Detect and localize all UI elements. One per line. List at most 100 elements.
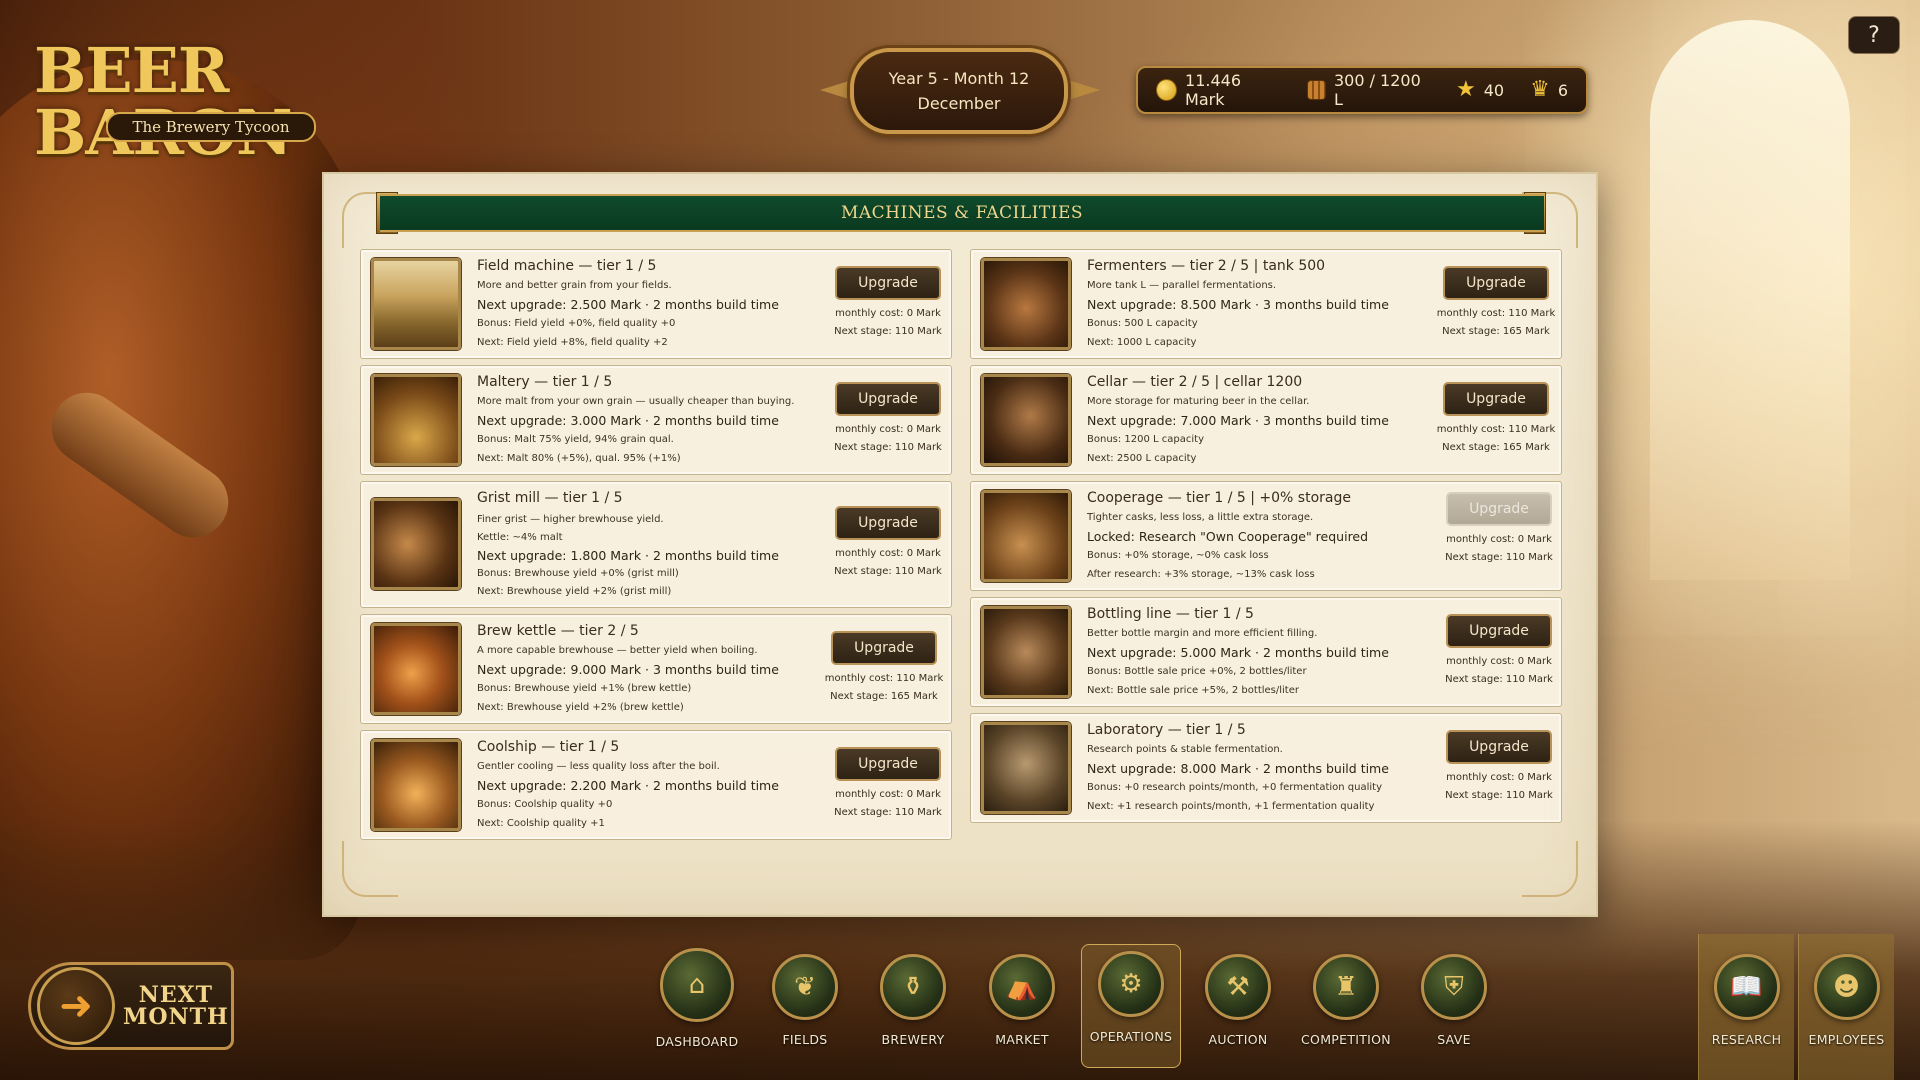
next-stage-cost: Next stage: 110 Mark	[834, 566, 942, 577]
next-stage-cost: Next stage: 110 Mark	[1445, 790, 1553, 801]
machine-bonus: Bonus: Field yield +0%, field quality +0	[477, 318, 676, 329]
panel-corner-ornament	[1522, 841, 1578, 897]
crowns-value: 6	[1557, 80, 1568, 100]
book-icon: 📖	[1713, 954, 1780, 1020]
next-stage-cost: Next stage: 165 Mark	[1442, 442, 1550, 453]
flask-icon	[981, 722, 1071, 814]
machine-description: More and better grain from your fields.	[477, 280, 672, 291]
brewery-icon: ⚱	[880, 954, 946, 1020]
star-icon: ★	[1455, 77, 1476, 102]
machine-description: A more capable brewhouse — better yield …	[477, 645, 758, 656]
machine-locked-notice: Locked: Research "Own Cooperage" require…	[1087, 529, 1369, 544]
machine-next-upgrade: Next upgrade: 2.500 Mark · 2 months buil…	[477, 297, 779, 312]
monthly-cost: monthly cost: 0 Mark	[835, 308, 941, 319]
nav-label: SAVE	[1437, 1032, 1471, 1047]
nav-label: MARKET	[995, 1032, 1049, 1047]
barrel-icon	[1306, 80, 1326, 100]
nav-employees[interactable]: ☻ EMPLOYEES	[1798, 934, 1894, 1080]
machine-card-brew-kettle: Brew kettle — tier 2 / 5 A more capable …	[360, 614, 952, 724]
next-month-line2: MONTH	[123, 1004, 229, 1030]
nav-competition[interactable]: ♜ COMPETITION	[1296, 948, 1396, 1068]
next-month-line1: NEXT	[138, 982, 214, 1008]
machine-bonus: Bonus: Malt 75% yield, 94% grain qual.	[477, 434, 674, 445]
upgrade-button[interactable]: Upgrade	[835, 747, 941, 781]
upgrade-button-disabled: Upgrade	[1446, 492, 1552, 526]
monthly-cost: monthly cost: 110 Mark	[1436, 308, 1556, 319]
upgrade-button[interactable]: Upgrade	[1446, 730, 1552, 764]
nav-auction[interactable]: ⚒ AUCTION	[1188, 948, 1288, 1068]
machine-card-cellar: Cellar — tier 2 / 5 | cellar 1200 More s…	[970, 365, 1562, 475]
machine-description: Better bottle margin and more efficient …	[1087, 628, 1318, 639]
cask-icon	[981, 490, 1071, 582]
monthly-cost: monthly cost: 0 Mark	[835, 789, 941, 800]
monthly-cost: monthly cost: 110 Mark	[824, 673, 944, 684]
machine-next-bonus: Next: 2500 L capacity	[1087, 453, 1197, 464]
machine-card-maltery: Maltery — tier 1 / 5 More malt from your…	[360, 365, 952, 475]
nav-label: RESEARCH	[1711, 1032, 1782, 1047]
upgrade-button[interactable]: Upgrade	[1443, 266, 1549, 300]
machine-bonus: Bonus: 1200 L capacity	[1087, 434, 1205, 445]
nav-operations[interactable]: ⚙ OPERATIONS	[1081, 944, 1181, 1068]
next-month-label: NEXT MONTH	[123, 984, 229, 1028]
crown-icon: ♛	[1530, 77, 1550, 102]
machine-next-bonus: After research: +3% storage, ~13% cask l…	[1087, 569, 1315, 580]
machine-title: Fermenters — tier 2 / 5 | tank 500	[1087, 258, 1326, 274]
machine-card-cooperage: Cooperage — tier 1 / 5 | +0% storage Tig…	[970, 481, 1562, 591]
nav-brewery[interactable]: ⚱ BREWERY	[863, 948, 963, 1068]
monthly-cost: monthly cost: 0 Mark	[1446, 772, 1552, 783]
machine-card-laboratory: Laboratory — tier 1 / 5 Research points …	[970, 713, 1562, 823]
machine-description: Gentler cooling — less quality loss afte…	[477, 761, 720, 772]
machine-bonus: Bonus: +0% storage, ~0% cask loss	[1087, 550, 1269, 561]
mill-icon	[371, 498, 461, 590]
upgrade-button[interactable]: Upgrade	[835, 266, 941, 300]
upgrade-button[interactable]: Upgrade	[835, 506, 941, 540]
next-stage-cost: Next stage: 165 Mark	[1442, 326, 1550, 337]
machine-next-upgrade: Next upgrade: 5.000 Mark · 2 months buil…	[1087, 645, 1389, 660]
malt-icon	[371, 374, 461, 466]
wheat-icon: ❦	[772, 954, 838, 1020]
machine-description: More storage for maturing beer in the ce…	[1087, 396, 1310, 407]
machine-card-bottling-line: Bottling line — tier 1 / 5 Better bottle…	[970, 597, 1562, 707]
nav-research[interactable]: 📖 RESEARCH	[1698, 934, 1794, 1080]
machine-next-upgrade: Next upgrade: 8.500 Mark · 3 months buil…	[1087, 297, 1389, 312]
next-stage-cost: Next stage: 110 Mark	[1445, 552, 1553, 563]
help-button[interactable]: ?	[1848, 16, 1900, 54]
upgrade-button[interactable]: Upgrade	[1443, 382, 1549, 416]
machine-title: Laboratory — tier 1 / 5	[1087, 722, 1246, 738]
upgrade-button[interactable]: Upgrade	[1446, 614, 1552, 648]
machine-title: Maltery — tier 1 / 5	[477, 374, 613, 390]
nav-label: FIELDS	[782, 1032, 828, 1047]
machine-description: Tighter casks, less loss, a little extra…	[1087, 512, 1314, 523]
nav-dashboard[interactable]: ⌂ DASHBOARD	[647, 948, 747, 1068]
next-stage-cost: Next stage: 110 Mark	[834, 807, 942, 818]
upgrade-button[interactable]: Upgrade	[831, 631, 937, 665]
arrow-right-icon: ➜	[37, 967, 115, 1045]
coin-icon	[1156, 79, 1178, 101]
machine-title: Cooperage — tier 1 / 5 | +0% storage	[1087, 490, 1351, 506]
house-icon: ⌂	[660, 948, 734, 1022]
nav-label: BREWERY	[881, 1032, 945, 1047]
nav-save[interactable]: ⛨ SAVE	[1404, 948, 1504, 1068]
machine-next-upgrade: Next upgrade: 9.000 Mark · 3 months buil…	[477, 662, 779, 677]
machine-description: Finer grist — higher brewhouse yield.	[477, 514, 664, 525]
machine-next-bonus: Next: Field yield +8%, field quality +2	[477, 337, 668, 348]
market-stall-icon: ⛺	[989, 954, 1055, 1020]
machine-bonus: Bonus: Coolship quality +0	[477, 799, 613, 810]
trophy-icon: ♜	[1313, 954, 1379, 1020]
resource-bar: 11.446 Mark 300 / 1200 L ★ 40 ♛ 6	[1136, 66, 1588, 114]
machine-next-upgrade: Next upgrade: 3.000 Mark · 2 months buil…	[477, 413, 779, 428]
nav-market[interactable]: ⛺ MARKET	[972, 948, 1072, 1068]
nav-fields[interactable]: ❦ FIELDS	[755, 948, 855, 1068]
machine-card-coolship: Coolship — tier 1 / 5 Gentler cooling — …	[360, 730, 952, 840]
machine-description: Kettle: ~4% malt	[477, 532, 563, 543]
machine-description: More malt from your own grain — usually …	[477, 396, 795, 407]
tractor-icon	[371, 258, 461, 350]
upgrade-button[interactable]: Upgrade	[835, 382, 941, 416]
monthly-cost: monthly cost: 0 Mark	[1446, 656, 1552, 667]
kettle-icon	[371, 623, 461, 715]
machine-next-bonus: Next: Brewhouse yield +2% (brew kettle)	[477, 702, 684, 713]
gavel-icon: ⚒	[1205, 954, 1271, 1020]
next-month-button[interactable]: ➜ NEXT MONTH	[28, 962, 234, 1050]
next-stage-cost: Next stage: 165 Mark	[830, 691, 938, 702]
machine-card-field-machine: Field machine — tier 1 / 5 More and bett…	[360, 249, 952, 359]
